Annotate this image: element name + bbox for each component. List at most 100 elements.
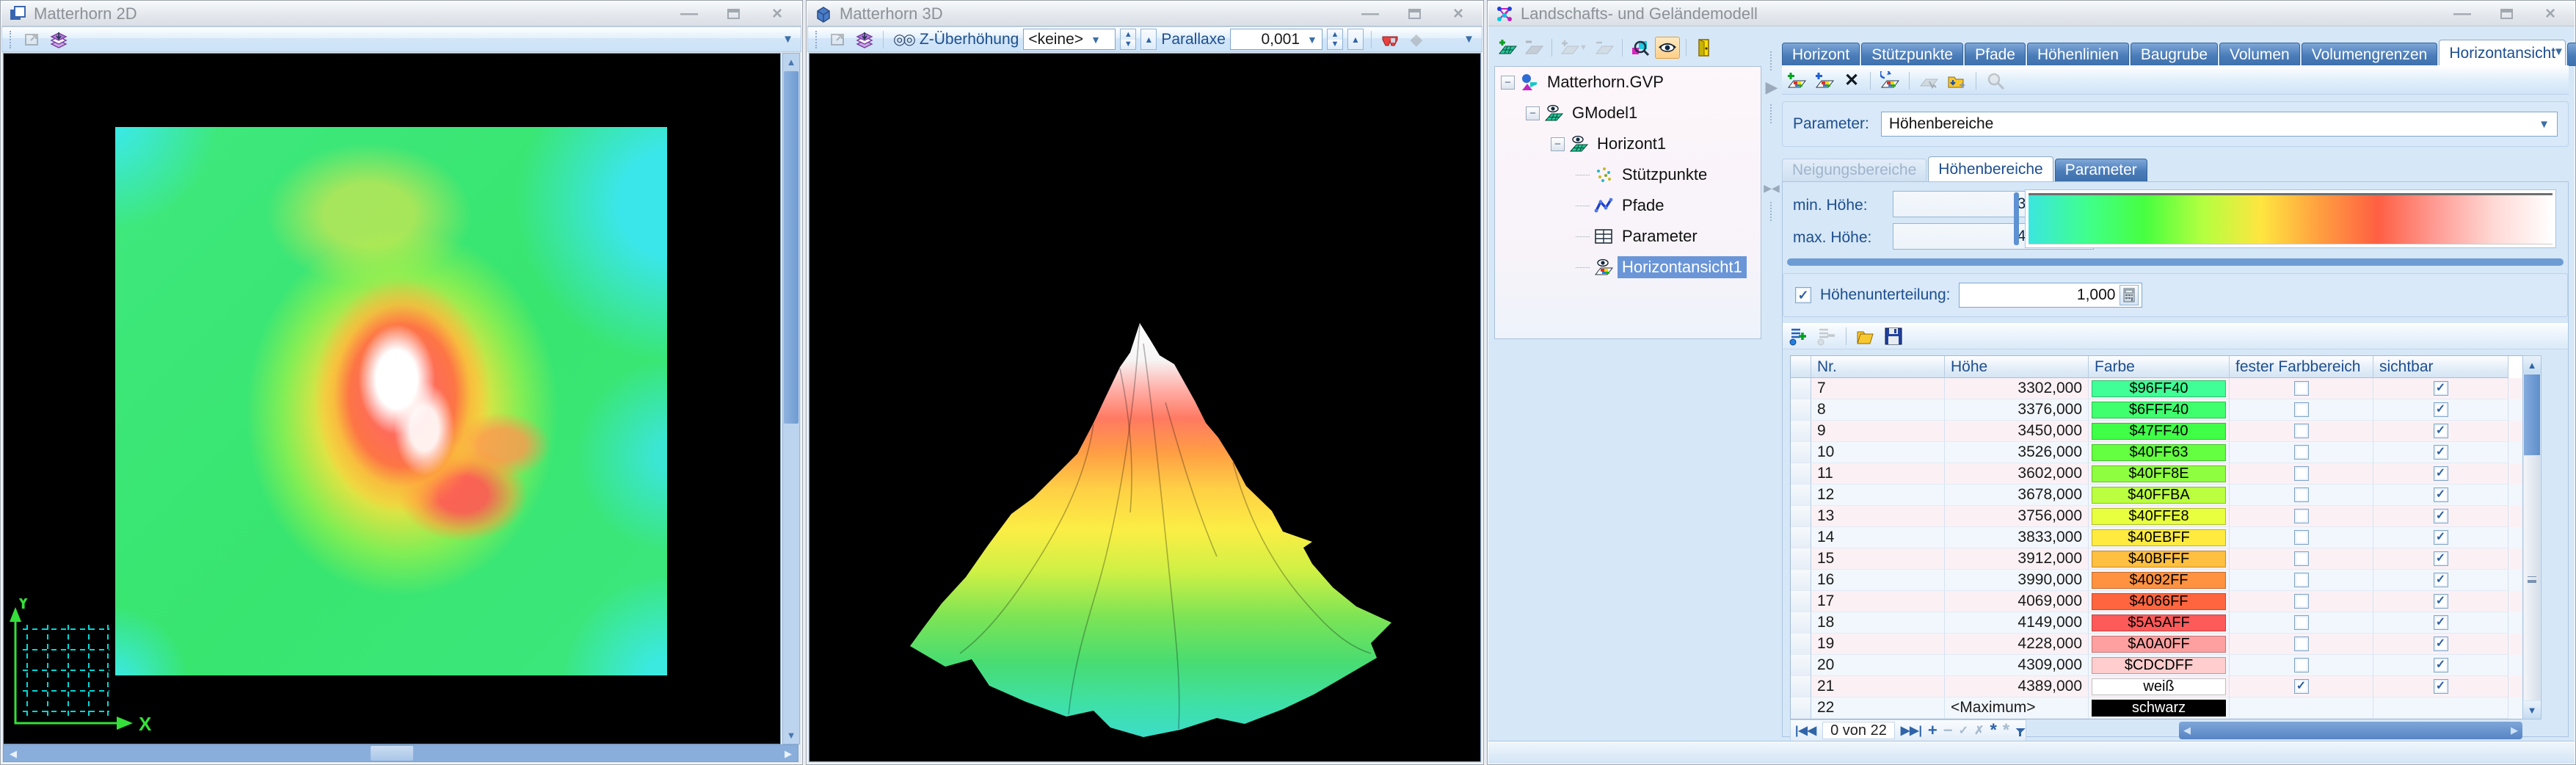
cell-nr[interactable]: 19	[1811, 634, 1945, 655]
tab-parameter[interactable]: Parameter	[2567, 43, 2576, 66]
cell-fester-farbbereich[interactable]	[2230, 463, 2373, 485]
cell-hoehe[interactable]: 3376,000	[1945, 399, 2089, 421]
tabbar-overflow-arrow[interactable]: ▼	[2553, 46, 2567, 58]
add-view-button[interactable]	[1785, 70, 1808, 92]
cell-hoehe[interactable]: 3526,000	[1945, 442, 2089, 463]
unchecked-checkbox[interactable]	[2294, 381, 2309, 396]
toolbar-overflow-arrow[interactable]: ▼	[782, 33, 796, 46]
cell-farbe[interactable]: $A0A0FF	[2089, 634, 2230, 655]
cell-nr[interactable]: 12	[1811, 485, 1945, 506]
row-selector[interactable]	[1791, 655, 1811, 676]
close-button[interactable]: ×	[765, 5, 790, 23]
cell-nr[interactable]: 8	[1811, 399, 1945, 421]
cell-farbe[interactable]: schwarz	[2089, 697, 2230, 719]
row-selector[interactable]	[1791, 399, 1811, 421]
cell-farbe[interactable]: $40FFBA	[2089, 485, 2230, 506]
cell-sichtbar[interactable]: ✓	[2373, 655, 2508, 676]
row-selector[interactable]	[1791, 570, 1811, 591]
tree-item-parameter[interactable]: Parameter	[1495, 221, 1761, 252]
checked-checkbox[interactable]: ✓	[2434, 594, 2448, 609]
cell-sichtbar[interactable]: ✓	[2373, 421, 2508, 442]
panel-splitter[interactable]: ▶ ▶◀	[1763, 31, 1780, 761]
checked-checkbox[interactable]: ✓	[2434, 573, 2448, 587]
cell-fester-farbbereich[interactable]	[2230, 634, 2373, 655]
column-header[interactable]: fester Farbbereich	[2230, 356, 2373, 378]
search-button[interactable]	[1984, 70, 2007, 92]
checked-checkbox[interactable]: ✓	[2434, 615, 2448, 630]
toolbar-grip[interactable]	[815, 31, 820, 48]
remove-range-button[interactable]	[1815, 325, 1838, 347]
unchecked-checkbox[interactable]	[2294, 445, 2309, 460]
cell-farbe[interactable]: $47FF40	[2089, 421, 2230, 442]
column-header[interactable]: Nr.	[1811, 356, 1945, 378]
cell-farbe[interactable]: $4092FF	[2089, 570, 2230, 591]
maximize-button[interactable]	[1402, 5, 1427, 23]
unchecked-checkbox[interactable]	[2294, 530, 2309, 545]
column-header[interactable]: Höhe	[1945, 356, 2089, 378]
tree-item-pfade[interactable]: Pfade	[1495, 190, 1761, 221]
tree-item-horizontansicht1[interactable]: Horizontansicht1	[1495, 252, 1761, 283]
checked-checkbox[interactable]: ✓	[2434, 658, 2448, 672]
calculator-button[interactable]	[2120, 285, 2139, 305]
cell-nr[interactable]: 7	[1811, 378, 1945, 399]
tree-expander[interactable]: −	[1526, 106, 1540, 120]
row-selector[interactable]	[1791, 378, 1811, 399]
cell-hoehe[interactable]: 3990,000	[1945, 570, 2089, 591]
cell-sichtbar[interactable]: ✓	[2373, 463, 2508, 485]
pick-view-button[interactable]	[1917, 70, 1940, 92]
cell-nr[interactable]: 13	[1811, 506, 1945, 527]
checked-checkbox[interactable]: ✓	[2434, 679, 2448, 694]
nav-first-button[interactable]: |◀◀	[1795, 723, 1816, 738]
subtab-parameter[interactable]: Parameter	[2055, 159, 2147, 182]
cell-sichtbar[interactable]: ✓	[2373, 570, 2508, 591]
row-selector[interactable]	[1791, 676, 1811, 697]
cell-hoehe[interactable]: 4149,000	[1945, 612, 2089, 634]
row-selector[interactable]	[1791, 591, 1811, 612]
hoehenunterteilung-input[interactable]: 1,000	[1959, 283, 2142, 308]
tree-expander[interactable]: −	[1501, 76, 1515, 90]
checked-checkbox[interactable]: ✓	[2434, 445, 2448, 460]
cell-nr[interactable]: 20	[1811, 655, 1945, 676]
row-selector[interactable]	[1791, 506, 1811, 527]
nav-filter-button[interactable]	[2015, 725, 2021, 736]
minimize-button[interactable]: —	[2450, 5, 2475, 23]
nav-last-button[interactable]: ▶▶|	[1901, 723, 1922, 738]
checked-checkbox[interactable]: ✓	[2434, 530, 2448, 545]
unchecked-checkbox[interactable]	[2294, 637, 2309, 651]
tab-baugrube[interactable]: Baugrube	[2131, 43, 2218, 66]
cell-fester-farbbereich[interactable]	[2230, 527, 2373, 548]
checked-checkbox[interactable]: ✓	[2434, 487, 2448, 502]
cell-nr[interactable]: 22	[1811, 697, 1945, 719]
unchecked-checkbox[interactable]	[2294, 509, 2309, 523]
nav-refresh-button[interactable]: *	[1990, 720, 1996, 741]
exit-button[interactable]	[1692, 37, 1716, 59]
hoehenunterteilung-checkbox[interactable]: ✓	[1795, 287, 1811, 303]
column-header[interactable]: Farbe	[2089, 356, 2230, 378]
cell-sichtbar[interactable]: ✓	[2373, 591, 2508, 612]
tab-horizont[interactable]: Horizont	[1782, 43, 1860, 66]
duplicate-view-button[interactable]	[1813, 70, 1836, 92]
toolbar-overflow-arrow[interactable]: ▼	[1463, 33, 1477, 46]
subtab-höhenbereiche[interactable]: Höhenbereiche	[1928, 156, 2053, 182]
checked-checkbox[interactable]: ✓	[2434, 381, 2448, 396]
checked-checkbox[interactable]: ✓	[2434, 637, 2448, 651]
gem-button[interactable]: ◆	[1405, 29, 1427, 51]
z-exaggeration-combobox[interactable]: <keine>▼	[1023, 29, 1116, 50]
cell-farbe[interactable]: $40FF8E	[2089, 463, 2230, 485]
remove-model-button[interactable]	[1522, 37, 1546, 59]
cell-fester-farbbereich[interactable]	[2230, 591, 2373, 612]
cell-farbe[interactable]: $40EBFF	[2089, 527, 2230, 548]
checked-checkbox[interactable]: ✓	[2294, 679, 2309, 694]
tree-item-matterhorn-gvp[interactable]: −Matterhorn.GVP	[1495, 67, 1761, 98]
close-button[interactable]: ×	[1446, 5, 1471, 23]
cell-fester-farbbereich[interactable]	[2230, 570, 2373, 591]
cell-nr[interactable]: 16	[1811, 570, 1945, 591]
visibility-toggle-button[interactable]	[1655, 37, 1680, 59]
add-horizon-button[interactable]: ▼	[1558, 37, 1590, 59]
unchecked-checkbox[interactable]	[2294, 424, 2309, 438]
refresh-view-button[interactable]	[1878, 70, 1902, 92]
add-model-button[interactable]	[1496, 37, 1519, 59]
unchecked-checkbox[interactable]	[2294, 402, 2309, 417]
minimize-button[interactable]: —	[1358, 5, 1383, 23]
unchecked-checkbox[interactable]	[2294, 658, 2309, 672]
